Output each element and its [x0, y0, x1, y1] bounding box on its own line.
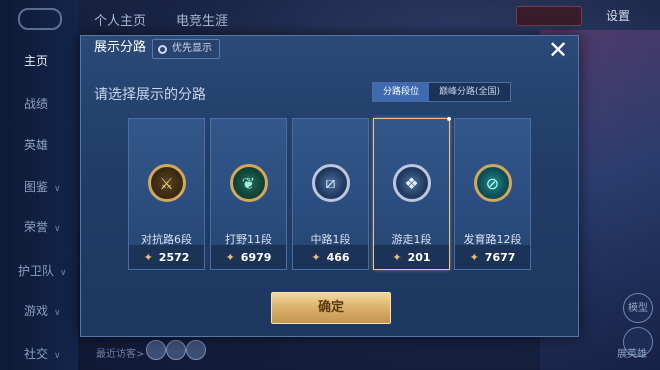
stat-icon: ✦	[225, 250, 235, 264]
lane-card-roam[interactable]: ❖ 游走1段 ✦ 201	[373, 117, 451, 270]
wing-emblem-icon: ❖	[392, 164, 431, 202]
nav-item-records[interactable]: 战绩	[0, 95, 78, 112]
nav-item-codex[interactable]: 图鉴 ∨	[0, 178, 78, 195]
tab-peak-lane[interactable]: 巅峰分路(全国)	[429, 83, 511, 101]
settings-button[interactable]: 设置	[606, 7, 630, 24]
lane-stat-value: 2572	[158, 250, 190, 264]
lane-stat-value: 6979	[240, 250, 272, 264]
lane-stat: ✦ 7677	[455, 245, 530, 269]
lane-card-farm[interactable]: ⊘ 发育路12段 ✦ 7677	[454, 118, 531, 270]
gear-icon	[158, 44, 167, 54]
lane-stat-value: 466	[326, 250, 350, 264]
lane-stat: ✦ 466	[293, 245, 368, 269]
selected-indicator	[447, 117, 451, 121]
avatar[interactable]	[166, 340, 186, 360]
section-heading: 请选择展示的分路	[94, 87, 206, 103]
tab-esports[interactable]: 电竞生涯	[176, 10, 228, 29]
chevron-down-icon: ∨	[54, 351, 61, 361]
tab-lane-rank[interactable]: 分路段位	[373, 83, 430, 101]
avatar[interactable]	[186, 340, 206, 360]
stat-icon: ✦	[143, 250, 153, 264]
dragon-emblem-icon: ❦	[229, 164, 268, 202]
priority-display-label: 优先显示	[172, 43, 212, 54]
dialog-title: 展示分路	[94, 40, 147, 55]
stat-icon: ✦	[392, 250, 402, 264]
chevron-down-icon: ∨	[54, 184, 61, 194]
nav-item-games[interactable]: 游戏 ∨	[0, 302, 78, 319]
lane-stat-value: 7677	[484, 250, 516, 264]
model-label: 模型	[628, 303, 648, 314]
lane-stat: ✦ 6979	[211, 245, 286, 269]
nav-item-social[interactable]: 社交 ∨	[0, 345, 78, 362]
lane-stat: ✦ 2572	[129, 245, 204, 269]
lane-card-jungle[interactable]: ❦ 打野11段 ✦ 6979	[210, 118, 287, 270]
chevron-down-icon: ∨	[54, 308, 61, 318]
back-logo-icon[interactable]	[18, 8, 62, 30]
confirm-button[interactable]: 确定	[271, 292, 391, 324]
nav-item-honor[interactable]: 荣誉 ∨	[0, 218, 78, 235]
top-bar: 个人主页 电竞生涯 设置	[78, 0, 660, 34]
priority-display-button[interactable]: 优先显示	[152, 39, 220, 59]
tab-profile[interactable]: 个人主页	[94, 10, 146, 29]
lane-mode-tabs: 分路段位 巅峰分路(全国)	[372, 82, 512, 102]
lane-card-top[interactable]: ⚔ 对抗路6段 ✦ 2572	[128, 118, 205, 270]
lane-stat-value: 201	[407, 250, 431, 264]
nav-item-guard[interactable]: 护卫队 ∨	[0, 262, 78, 279]
avatar[interactable]	[146, 340, 166, 360]
stat-icon: ✦	[469, 250, 479, 264]
sword-emblem-icon: ⚔	[147, 164, 186, 202]
recent-visitors-link[interactable]: 最近访客>	[96, 345, 144, 360]
stat-icon: ✦	[311, 250, 321, 264]
chevron-down-icon: ∨	[60, 268, 67, 278]
chevron-down-icon: ∨	[54, 224, 61, 234]
lane-stat: ✦ 201	[374, 245, 449, 269]
close-icon[interactable]: ✕	[545, 37, 571, 63]
staff-emblem-icon: ⧄	[311, 164, 350, 202]
show-hero-label: 展英雄	[617, 349, 647, 360]
currency-badge	[516, 6, 582, 26]
lane-card-mid[interactable]: ⧄ 中路1段 ✦ 466	[292, 118, 369, 270]
nav-item-heroes[interactable]: 英雄	[0, 136, 78, 153]
bow-emblem-icon: ⊘	[473, 164, 512, 202]
nav-item-home[interactable]: 主页	[0, 52, 78, 69]
